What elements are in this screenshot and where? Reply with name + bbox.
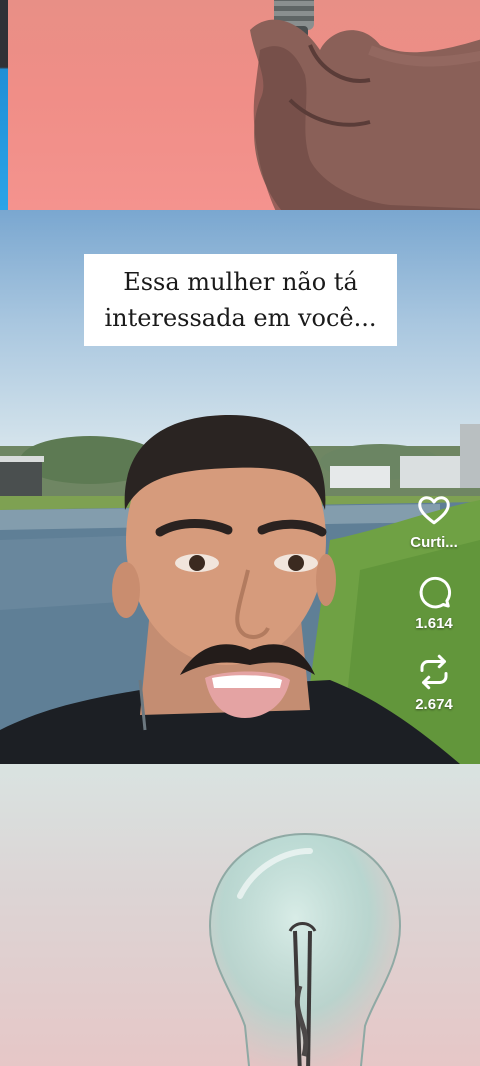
video-post[interactable]: Essa mulher não tá interessada em você..… bbox=[0, 210, 480, 764]
previous-post[interactable] bbox=[0, 0, 480, 210]
comment-bubble-icon bbox=[419, 576, 452, 609]
caption-line-2: interessada em você... bbox=[104, 304, 377, 332]
comment-count: 1.614 bbox=[415, 615, 453, 632]
caption-line-1: Essa mulher não tá bbox=[123, 268, 358, 296]
repost-icon bbox=[420, 654, 448, 690]
like-label: Curti... bbox=[410, 534, 458, 551]
comment-button[interactable]: 1.614 bbox=[415, 573, 453, 632]
lightbulb-image bbox=[208, 832, 402, 1066]
share-button[interactable]: 2.674 bbox=[415, 654, 453, 713]
share-count: 2.674 bbox=[415, 696, 453, 713]
action-rail: Curti... 1.614 2.674 bbox=[402, 492, 466, 735]
left-edge-strip bbox=[0, 0, 8, 210]
like-button[interactable]: Curti... bbox=[410, 492, 458, 551]
hand-holding-bulb-image bbox=[250, 0, 480, 210]
heart-icon bbox=[418, 496, 450, 525]
feed-screen: Essa mulher não tá interessada em você..… bbox=[0, 0, 480, 1066]
next-post[interactable] bbox=[0, 764, 480, 1066]
video-caption: Essa mulher não tá interessada em você..… bbox=[84, 254, 397, 346]
